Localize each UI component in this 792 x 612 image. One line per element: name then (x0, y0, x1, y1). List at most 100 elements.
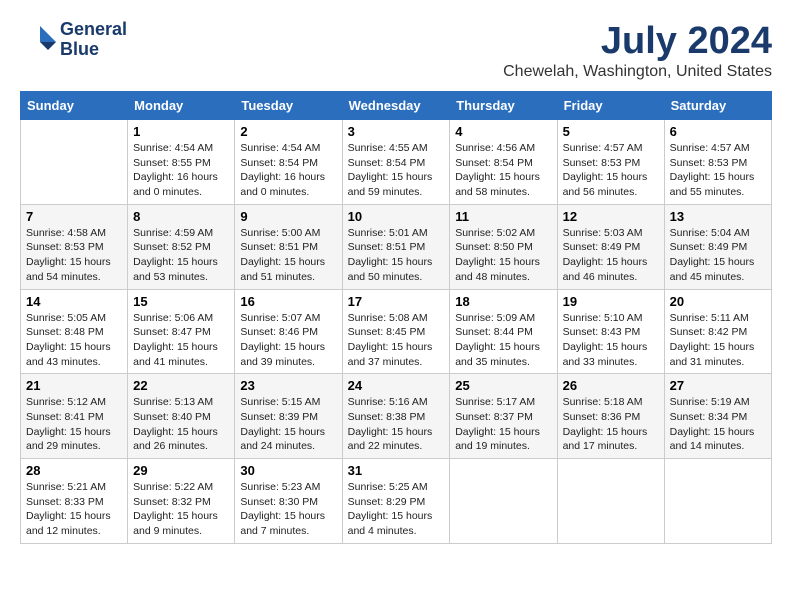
day-detail: Sunrise: 5:09 AMSunset: 8:44 PMDaylight:… (455, 311, 551, 370)
day-number: 5 (563, 124, 659, 139)
day-number: 14 (26, 294, 122, 309)
table-row: 12 Sunrise: 5:03 AMSunset: 8:49 PMDayligh… (557, 204, 664, 289)
col-saturday: Saturday (664, 92, 771, 120)
calendar-week-row: 7Sunrise: 4:58 AMSunset: 8:53 PMDaylight… (21, 204, 772, 289)
day-number: 30 (240, 463, 336, 478)
day-detail: Sunrise: 5:21 AMSunset: 8:33 PMDaylight:… (26, 480, 122, 539)
col-thursday: Thursday (450, 92, 557, 120)
table-row: 17 Sunrise: 5:08 AMSunset: 8:45 PMDayligh… (342, 289, 450, 374)
table-row: 6 Sunrise: 4:57 AMSunset: 8:53 PMDaylight… (664, 120, 771, 205)
day-detail: Sunrise: 4:54 AMSunset: 8:55 PMDaylight:… (133, 141, 229, 200)
day-number: 16 (240, 294, 336, 309)
day-number: 3 (348, 124, 445, 139)
day-detail: Sunrise: 5:15 AMSunset: 8:39 PMDaylight:… (240, 395, 336, 454)
location-title: Chewelah, Washington, United States (503, 63, 772, 81)
day-detail: Sunrise: 5:05 AMSunset: 8:48 PMDaylight:… (26, 311, 122, 370)
day-number: 4 (455, 124, 551, 139)
day-number: 29 (133, 463, 229, 478)
day-number: 11 (455, 209, 551, 224)
table-row: 18 Sunrise: 5:09 AMSunset: 8:44 PMDayligh… (450, 289, 557, 374)
day-number: 25 (455, 378, 551, 393)
page-header: General Blue July 2024 Chewelah, Washing… (20, 20, 772, 81)
day-detail: Sunrise: 5:07 AMSunset: 8:46 PMDaylight:… (240, 311, 336, 370)
day-number: 26 (563, 378, 659, 393)
day-detail: Sunrise: 5:22 AMSunset: 8:32 PMDaylight:… (133, 480, 229, 539)
month-title: July 2024 (503, 20, 772, 63)
table-row: 26Sunrise: 5:18 AMSunset: 8:36 PMDayligh… (557, 374, 664, 459)
day-number: 1 (133, 124, 229, 139)
day-detail: Sunrise: 4:57 AMSunset: 8:53 PMDaylight:… (563, 141, 659, 200)
day-detail: Sunrise: 5:06 AMSunset: 8:47 PMDaylight:… (133, 311, 229, 370)
table-row: 15 Sunrise: 5:06 AMSunset: 8:47 PMDayligh… (128, 289, 235, 374)
day-number: 22 (133, 378, 229, 393)
day-detail: Sunrise: 5:04 AMSunset: 8:49 PMDaylight:… (670, 226, 766, 285)
table-row: 4Sunrise: 4:56 AMSunset: 8:54 PMDaylight… (450, 120, 557, 205)
day-number: 6 (670, 124, 766, 139)
table-row: 28 Sunrise: 5:21 AMSunset: 8:33 PMDayligh… (21, 459, 128, 544)
col-tuesday: Tuesday (235, 92, 342, 120)
day-detail: Sunrise: 5:19 AMSunset: 8:34 PMDaylight:… (670, 395, 766, 454)
table-row: 2 Sunrise: 4:54 AMSunset: 8:54 PMDaylight… (235, 120, 342, 205)
table-row: 13 Sunrise: 5:04 AMSunset: 8:49 PMDayligh… (664, 204, 771, 289)
calendar-week-row: 14 Sunrise: 5:05 AMSunset: 8:48 PMDayligh… (21, 289, 772, 374)
day-detail: Sunrise: 5:08 AMSunset: 8:45 PMDaylight:… (348, 311, 445, 370)
day-detail: Sunrise: 5:13 AMSunset: 8:40 PMDaylight:… (133, 395, 229, 454)
table-row: 24Sunrise: 5:16 AMSunset: 8:38 PMDayligh… (342, 374, 450, 459)
calendar-header-row: Sunday Monday Tuesday Wednesday Thursday… (21, 92, 772, 120)
day-number: 23 (240, 378, 336, 393)
day-detail: Sunrise: 5:17 AMSunset: 8:37 PMDaylight:… (455, 395, 551, 454)
day-number: 9 (240, 209, 336, 224)
table-row: 31 Sunrise: 5:25 AMSunset: 8:29 PMDayligh… (342, 459, 450, 544)
table-row: 16 Sunrise: 5:07 AMSunset: 8:46 PMDayligh… (235, 289, 342, 374)
col-wednesday: Wednesday (342, 92, 450, 120)
day-detail: Sunrise: 5:03 AMSunset: 8:49 PMDaylight:… (563, 226, 659, 285)
table-row: 14 Sunrise: 5:05 AMSunset: 8:48 PMDayligh… (21, 289, 128, 374)
day-number: 20 (670, 294, 766, 309)
table-row: 27 Sunrise: 5:19 AMSunset: 8:34 PMDayligh… (664, 374, 771, 459)
day-detail: Sunrise: 5:10 AMSunset: 8:43 PMDaylight:… (563, 311, 659, 370)
table-row (450, 459, 557, 544)
logo-icon (20, 22, 56, 58)
table-row: 30Sunrise: 5:23 AMSunset: 8:30 PMDayligh… (235, 459, 342, 544)
table-row: 3 Sunrise: 4:55 AMSunset: 8:54 PMDaylight… (342, 120, 450, 205)
day-detail: Sunrise: 5:12 AMSunset: 8:41 PMDaylight:… (26, 395, 122, 454)
day-number: 18 (455, 294, 551, 309)
table-row: 23 Sunrise: 5:15 AMSunset: 8:39 PMDayligh… (235, 374, 342, 459)
table-row: 25 Sunrise: 5:17 AMSunset: 8:37 PMDayligh… (450, 374, 557, 459)
day-number: 8 (133, 209, 229, 224)
calendar-week-row: 21 Sunrise: 5:12 AMSunset: 8:41 PMDayligh… (21, 374, 772, 459)
day-detail: Sunrise: 4:54 AMSunset: 8:54 PMDaylight:… (240, 141, 336, 200)
day-detail: Sunrise: 5:25 AMSunset: 8:29 PMDaylight:… (348, 480, 445, 539)
table-row: 5 Sunrise: 4:57 AMSunset: 8:53 PMDaylight… (557, 120, 664, 205)
day-detail: Sunrise: 5:02 AMSunset: 8:50 PMDaylight:… (455, 226, 551, 285)
day-number: 12 (563, 209, 659, 224)
table-row (21, 120, 128, 205)
day-number: 7 (26, 209, 122, 224)
logo-text: General Blue (60, 20, 127, 60)
day-number: 19 (563, 294, 659, 309)
table-row: 9Sunrise: 5:00 AMSunset: 8:51 PMDaylight… (235, 204, 342, 289)
table-row: 1 Sunrise: 4:54 AMSunset: 8:55 PMDaylight… (128, 120, 235, 205)
col-sunday: Sunday (21, 92, 128, 120)
day-number: 10 (348, 209, 445, 224)
day-detail: Sunrise: 4:57 AMSunset: 8:53 PMDaylight:… (670, 141, 766, 200)
table-row: 20 Sunrise: 5:11 AMSunset: 8:42 PMDayligh… (664, 289, 771, 374)
calendar-week-row: 1 Sunrise: 4:54 AMSunset: 8:55 PMDaylight… (21, 120, 772, 205)
day-number: 24 (348, 378, 445, 393)
title-block: July 2024 Chewelah, Washington, United S… (503, 20, 772, 81)
day-detail: Sunrise: 5:11 AMSunset: 8:42 PMDaylight:… (670, 311, 766, 370)
day-number: 15 (133, 294, 229, 309)
table-row: 7Sunrise: 4:58 AMSunset: 8:53 PMDaylight… (21, 204, 128, 289)
table-row: 11 Sunrise: 5:02 AMSunset: 8:50 PMDayligh… (450, 204, 557, 289)
day-number: 21 (26, 378, 122, 393)
day-number: 27 (670, 378, 766, 393)
table-row: 29 Sunrise: 5:22 AMSunset: 8:32 PMDayligh… (128, 459, 235, 544)
day-detail: Sunrise: 4:55 AMSunset: 8:54 PMDaylight:… (348, 141, 445, 200)
table-row: 8Sunrise: 4:59 AMSunset: 8:52 PMDaylight… (128, 204, 235, 289)
day-number: 13 (670, 209, 766, 224)
col-monday: Monday (128, 92, 235, 120)
day-number: 31 (348, 463, 445, 478)
day-number: 2 (240, 124, 336, 139)
day-number: 17 (348, 294, 445, 309)
day-number: 28 (26, 463, 122, 478)
